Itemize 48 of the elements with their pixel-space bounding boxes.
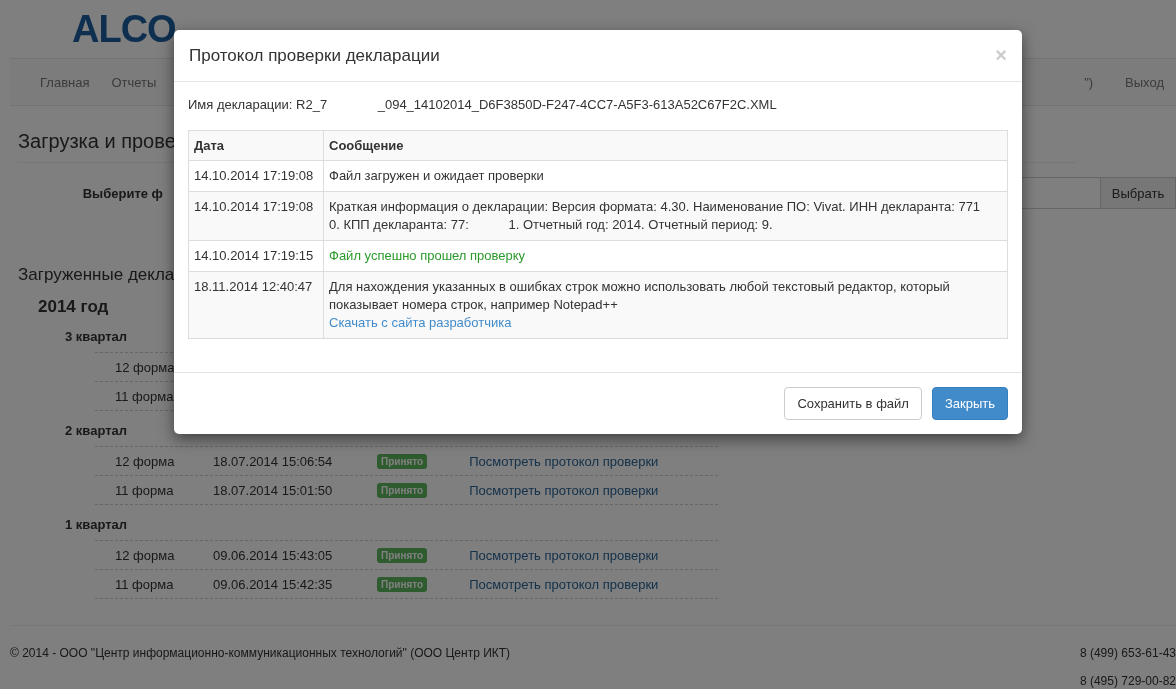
upload-date: 18.07.2014 15:06:54 — [213, 453, 334, 469]
table-cell: 14.10.2014 17:19:15 — [188, 240, 324, 272]
upload-date: 09.06.2014 15:42:35 — [213, 576, 334, 592]
browse-button[interactable]: Выбрать — [1100, 177, 1176, 209]
quarter-heading: 1 квартал — [65, 517, 128, 534]
protocol-link[interactable]: Посмотреть протокол проверки — [469, 547, 659, 563]
status-badge: Принято — [377, 547, 428, 563]
logout-link[interactable]: Выход — [1125, 74, 1164, 90]
nav-link[interactable]: Главная — [40, 74, 90, 90]
close-dialog-button[interactable]: Закрыть — [931, 387, 1008, 420]
user-name: ") — [1084, 74, 1094, 90]
table-cell: 14.10.2014 17:19:08 — [188, 160, 324, 192]
table-cell: Файл загружен и ожидает проверки — [323, 160, 1008, 192]
column-header: Сообщение — [323, 130, 1008, 161]
table-cell: Краткая информация о декларации: Версия формата: 4.30. Наименование ПО: Vivat. ИНН декларанта: 771 0. КПП декларанта: 77: 1. Отчетный год: 2014. Отчетный период: 9. — [323, 191, 1008, 241]
quarter-heading: 2 квартал — [65, 423, 128, 440]
form-name: 12 форма — [114, 547, 176, 563]
nav-link[interactable]: Отчеты — [111, 74, 157, 90]
table-cell: Файл успешно прошел проверку — [323, 240, 1008, 272]
logo: ALCO — [72, 7, 176, 48]
quarter-heading: 3 квартал — [65, 329, 128, 346]
form-name: 11 форма — [114, 388, 175, 404]
copyright-text: © 2014 - ООО "Центр информационно-коммуникационных технологий" (ООО Центр ИКТ) — [10, 646, 511, 662]
form-name: 11 форма — [114, 482, 175, 498]
protocol-link[interactable]: Посмотреть протокол проверки — [469, 453, 659, 469]
table-cell: 14.10.2014 17:19:08 — [188, 191, 324, 241]
declaration-name: Имя декларации: R2_7 _094_14102014_D6F3850D-F247-4CC7-A5F3-613A52C67F2C.XML — [188, 97, 778, 112]
column-header: Дата — [188, 130, 324, 161]
modal-title: Протокол проверки декларации — [189, 45, 440, 66]
form-name: 12 форма — [114, 453, 176, 469]
upload-date: 18.07.2014 15:01:50 — [213, 482, 334, 498]
upload-date: 09.06.2014 15:43:05 — [213, 547, 334, 563]
status-badge: Принято — [377, 482, 428, 498]
form-name: 11 форма — [114, 576, 175, 592]
year-heading: 2014 год — [38, 297, 109, 317]
status-badge: Принято — [377, 453, 428, 469]
message-text: Для нахождения указанных в ошибках строк можно использовать любой текстовый редактор, который показывает номера строк, например Notepad++ — [329, 278, 951, 314]
protocol-link[interactable]: Посмотреть протокол проверки — [469, 482, 659, 498]
form-name: 12 форма — [114, 359, 176, 375]
download-link[interactable]: Скачать с сайта разработчика — [329, 314, 512, 332]
protocol-link[interactable]: Посмотреть протокол проверки — [469, 576, 659, 592]
phone-number: 8 (499) 653-61-43 — [1079, 646, 1176, 660]
section-heading: Загруженные декла — [18, 265, 175, 285]
file-label: Выберите ф — [81, 185, 163, 201]
save-to-file-button[interactable]: Сохранить в файл — [784, 387, 922, 420]
table-cell: 18.11.2014 12:40:47 — [188, 271, 324, 339]
status-badge: Принято — [377, 576, 428, 592]
phone-number: 8 (495) 729-00-82 — [1079, 674, 1176, 688]
